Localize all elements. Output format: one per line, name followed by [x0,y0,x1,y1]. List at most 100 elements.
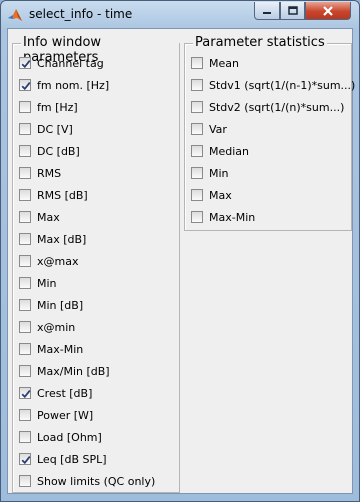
checkmark-icon [21,456,31,465]
checkbox-unchecked[interactable] [19,101,31,113]
checkbox-label: Min [dB] [37,298,84,312]
checkbox-label: Mean [209,56,239,70]
checkbox-item[interactable]: Max [dB] [19,231,86,247]
checkbox-label: Min [37,276,57,290]
checkbox-item[interactable]: x@min [19,319,75,335]
checkbox-unchecked[interactable] [19,167,31,179]
checkbox-unchecked[interactable] [191,79,203,91]
checkbox-label: DC [dB] [37,144,80,158]
checkbox-item[interactable]: Mean [191,55,239,71]
checkbox-unchecked[interactable] [19,475,31,487]
checkbox-item[interactable]: Stdv2 (sqrt(1/(n)*sum...) [191,99,344,115]
checkbox-item[interactable]: Max-Min [191,209,255,225]
checkbox-label: Leq [dB SPL] [37,452,107,466]
checkbox-unchecked[interactable] [191,167,203,179]
checkbox-unchecked[interactable] [19,277,31,289]
checkbox-unchecked[interactable] [191,211,203,223]
checkbox-item[interactable]: Channel tag [19,55,104,71]
checkbox-checked[interactable] [19,57,31,69]
checkbox-item[interactable]: Median [191,143,249,159]
checkbox-item[interactable]: Min [19,275,57,291]
checkbox-checked[interactable] [19,387,31,399]
checkbox-label: Median [209,144,250,158]
close-icon [323,5,333,16]
checkbox-label: Var [209,122,227,136]
checkbox-label: Show limits (QC only) [37,474,156,488]
checkbox-checked[interactable] [19,453,31,465]
checkbox-unchecked[interactable] [191,145,203,157]
checkbox-item[interactable]: Max [191,187,232,203]
checkbox-item[interactable]: Max/Min [dB] [19,363,110,379]
checkbox-label: Max [209,188,232,202]
checkbox-item[interactable]: Load [Ohm] [19,429,102,445]
checkbox-item[interactable]: x@max [19,253,78,269]
checkbox-unchecked[interactable] [191,57,203,69]
checkbox-item[interactable]: Max-Min [19,341,83,357]
checkmark-icon [21,60,31,69]
checkbox-label: Max-Min [209,210,256,224]
maximize-button[interactable] [280,2,305,20]
checkbox-unchecked[interactable] [19,145,31,157]
checkbox-item[interactable]: Min [dB] [19,297,83,313]
minimize-button[interactable] [254,2,280,20]
checkmark-icon [21,82,31,91]
dialog-window: select_info - time Info window parameter… [0,0,360,502]
checkbox-item[interactable]: Leq [dB SPL] [19,451,107,467]
checkbox-label: fm [Hz] [37,100,78,114]
checkbox-label: Min [209,166,229,180]
checkbox-item[interactable]: RMS [19,165,61,181]
info-window-parameters-panel: Info window parameters Channel tag fm nom… [12,35,180,493]
checkbox-unchecked[interactable] [19,189,31,201]
checkbox-label: Channel tag [37,56,104,70]
checkbox-unchecked[interactable] [191,101,203,113]
title-bar[interactable]: select_info - time [1,1,359,28]
checkbox-unchecked[interactable] [19,233,31,245]
checkbox-unchecked[interactable] [19,211,31,223]
checkbox-item[interactable]: RMS [dB] [19,187,88,203]
checkbox-item[interactable]: Min [191,165,229,181]
checkbox-item[interactable]: Show limits (QC only) [19,473,155,489]
checkbox-label: Max/Min [dB] [37,364,110,378]
checkbox-checked[interactable] [19,79,31,91]
checkbox-item[interactable]: fm nom. [Hz] [19,77,109,93]
checkbox-label: x@max [37,254,79,268]
checkbox-item[interactable]: Var [191,121,227,137]
checkbox-label: Stdv1 (sqrt(1/(n-1)*sum...) [209,78,356,92]
checkbox-item[interactable]: Crest [dB] [19,385,92,401]
checkbox-label: Stdv2 (sqrt(1/(n)*sum...) [209,100,345,114]
checkbox-label: fm nom. [Hz] [37,78,110,92]
minimize-icon [263,11,271,14]
checkbox-unchecked[interactable] [19,123,31,135]
checkbox-item[interactable]: DC [V] [19,121,73,137]
checkbox-label: Max-Min [37,342,84,356]
checkbox-unchecked[interactable] [19,365,31,377]
checkbox-item[interactable]: Stdv1 (sqrt(1/(n-1)*sum...) [191,77,355,93]
maximize-icon [287,5,298,15]
panel-title: Parameter statistics [193,35,327,50]
window-title: select_info - time [29,7,133,21]
checkbox-label: RMS [37,166,62,180]
checkbox-unchecked[interactable] [19,409,31,421]
parameter-statistics-panel: Parameter statistics Mean Stdv1 (sqrt(1/(… [184,35,355,231]
checkbox-label: Power [W] [37,408,94,422]
checkbox-unchecked[interactable] [19,321,31,333]
checkbox-unchecked[interactable] [19,255,31,267]
checkbox-item[interactable]: DC [dB] [19,143,80,159]
checkbox-label: x@min [37,320,76,334]
checkbox-unchecked[interactable] [19,299,31,311]
checkbox-unchecked[interactable] [191,123,203,135]
checkbox-item[interactable]: Max [19,209,60,225]
checkbox-label: Max [dB] [37,232,87,246]
checkbox-label: Crest [dB] [37,386,93,400]
checkbox-label: Load [Ohm] [37,430,102,444]
checkbox-item[interactable]: fm [Hz] [19,99,78,115]
checkbox-label: DC [V] [37,122,73,136]
close-button[interactable] [305,2,351,20]
checkbox-unchecked[interactable] [19,343,31,355]
checkbox-label: Max [37,210,60,224]
dialog-content: Info window parameters Channel tag fm nom… [7,28,355,494]
checkbox-unchecked[interactable] [19,431,31,443]
checkmark-icon [21,390,31,399]
checkbox-unchecked[interactable] [191,189,203,201]
checkbox-item[interactable]: Power [W] [19,407,93,423]
